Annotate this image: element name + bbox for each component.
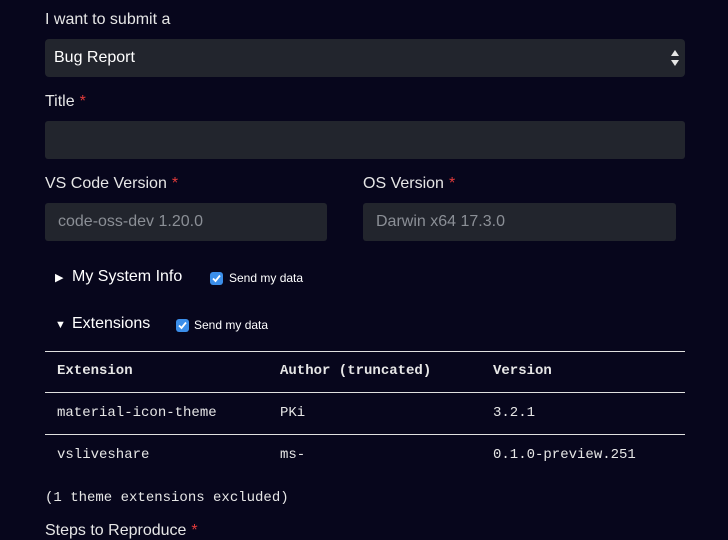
title-label-text: Title <box>45 93 75 110</box>
required-mark: * <box>171 175 179 192</box>
os-version-label: OS Version * <box>363 175 455 193</box>
header-divider <box>45 392 685 393</box>
extensions-toggle[interactable]: ▼ Extensions <box>55 315 150 333</box>
system-info-send-label: Send my data <box>229 271 304 285</box>
author-cell: ms- <box>280 447 306 463</box>
vscode-version-label-text: VS Code Version <box>45 175 167 192</box>
author-cell: PKi <box>280 405 306 421</box>
select-arrows-icon <box>671 50 679 66</box>
required-mark: * <box>448 175 456 192</box>
os-version-input[interactable]: Darwin x64 17.3.0 <box>363 203 676 241</box>
issue-type-select[interactable]: Bug Report <box>45 39 685 77</box>
version-cell: 3.2.1 <box>493 405 536 421</box>
extensions-send-checkbox[interactable] <box>176 319 189 332</box>
extensions-label: Extensions <box>72 315 151 332</box>
checkmark-icon <box>212 274 221 283</box>
excluded-footnote: (1 theme extensions excluded) <box>45 490 289 506</box>
row-divider <box>45 434 685 435</box>
issue-type-value: Bug Report <box>54 49 135 66</box>
system-info-toggle[interactable]: ▶ My System Info <box>55 268 182 286</box>
extensions-send-label: Send my data <box>194 318 269 332</box>
column-header-version: Version <box>493 363 552 379</box>
vscode-version-input[interactable]: code-oss-dev 1.20.0 <box>45 203 327 241</box>
vscode-version-label: VS Code Version * <box>45 175 178 193</box>
version-cell: 0.1.0-preview.251 <box>493 447 636 463</box>
extension-name-cell: vsliveshare <box>57 447 150 463</box>
column-header-extension: Extension <box>57 363 133 379</box>
column-header-author: Author (truncated) <box>280 363 432 379</box>
checkmark-icon <box>178 321 187 330</box>
os-version-label-text: OS Version <box>363 175 444 192</box>
table-top-border <box>45 351 685 352</box>
collapsed-triangle-icon: ▶ <box>55 272 64 284</box>
expanded-triangle-icon: ▼ <box>55 319 66 331</box>
system-info-label: My System Info <box>72 268 183 285</box>
steps-label: Steps to Reproduce * <box>45 522 198 540</box>
system-info-send-checkbox[interactable] <box>210 272 223 285</box>
issue-type-label: I want to submit a <box>45 11 171 28</box>
title-input[interactable] <box>45 121 685 159</box>
title-label: Title * <box>45 93 86 111</box>
required-mark: * <box>79 93 86 110</box>
extension-name-cell: material-icon-theme <box>57 405 217 421</box>
